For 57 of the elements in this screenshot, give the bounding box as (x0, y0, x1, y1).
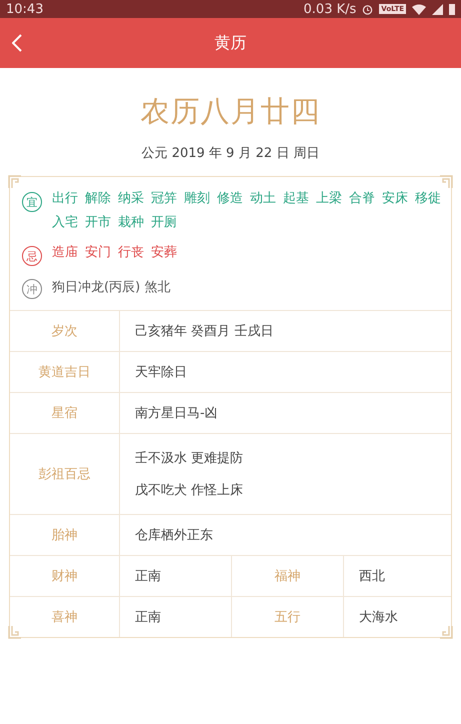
clash-badge: 冲 (22, 279, 42, 299)
activity-tag: 移徙 (415, 189, 441, 209)
activity-tag: 冠笄 (151, 189, 177, 209)
corner-ornament-icon (8, 175, 22, 189)
avoid-badge: 忌 (22, 246, 42, 266)
row-value: 壬不汲水 更难提防 (135, 450, 244, 467)
activity-tag: 上梁 (316, 189, 342, 209)
row-label: 黄道吉日 (38, 364, 90, 381)
activity-tag: 造庙 (52, 243, 78, 263)
battery-icon (449, 4, 455, 14)
alarm-icon (362, 4, 374, 14)
lunar-date: 农历八月廿四 (140, 93, 320, 130)
activity-tag: 合脊 (349, 189, 375, 209)
activity-tag: 安葬 (151, 243, 177, 263)
activity-tag: 行丧 (118, 243, 144, 263)
row-label: 胎神 (52, 527, 78, 544)
activity-tag: 解除 (85, 189, 111, 209)
activity-tag: 开厕 (151, 213, 177, 233)
activity-tag: 纳采 (118, 189, 144, 209)
wifi-icon (412, 4, 426, 14)
activity-tag: 修造 (217, 189, 243, 209)
network-speed: 0.03 K/s (304, 2, 356, 16)
row-value: 仓库栖外正东 (135, 527, 213, 544)
corner-ornament-icon (439, 625, 453, 639)
row-label: 岁次 (52, 323, 78, 340)
row-label: 星宿 (52, 405, 78, 422)
activity-tag: 起基 (283, 189, 309, 209)
row-value: 南方星日马-凶 (135, 405, 218, 422)
corner-ornament-icon (8, 625, 22, 639)
row-value: 戊不吃犬 作怪上床 (135, 482, 244, 499)
row-label: 五行 (274, 609, 300, 626)
activity-tag: 出行 (52, 189, 78, 209)
activity-tag: 安床 (382, 189, 408, 209)
row-label: 福神 (274, 568, 300, 585)
activity-tag: 入宅 (52, 213, 78, 233)
suitable-badge: 宜 (22, 192, 42, 212)
row-label: 喜神 (52, 609, 78, 626)
status-time: 10:43 (6, 2, 44, 16)
activity-tag: 栽种 (118, 213, 144, 233)
solar-date: 公元 2019 年 9 月 22 日 周日 (142, 145, 320, 162)
app-title: 黄历 (214, 32, 246, 54)
activity-tag: 动土 (250, 189, 276, 209)
row-value: 正南 (135, 609, 161, 626)
activity-tag: 安门 (85, 243, 111, 263)
row-label: 彭祖百忌 (38, 466, 90, 483)
row-value: 己亥猪年 癸酉月 壬戌日 (135, 323, 274, 340)
row-label: 财神 (52, 568, 78, 585)
back-icon (12, 34, 22, 52)
row-value: 西北 (359, 568, 385, 585)
row-value: 正南 (135, 568, 161, 585)
row-value: 大海水 (359, 609, 398, 626)
activity-tag: 雕刻 (184, 189, 210, 209)
row-value: 天牢除日 (135, 364, 187, 381)
signal-icon (432, 4, 443, 14)
activity-tag: 开市 (85, 213, 111, 233)
corner-ornament-icon (439, 175, 453, 189)
clash-text: 狗日冲龙(丙辰) 煞北 (52, 279, 170, 297)
